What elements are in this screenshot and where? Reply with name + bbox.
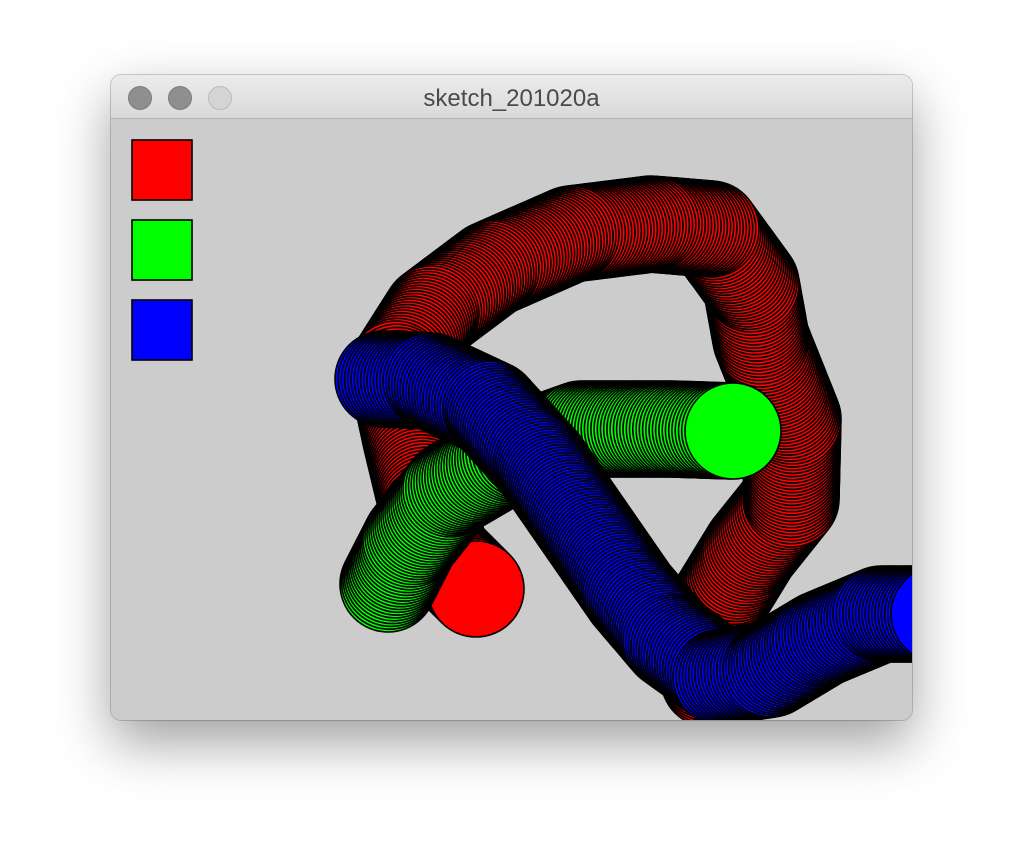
drawing-surface[interactable] [111, 119, 912, 720]
swatch-red[interactable] [131, 139, 193, 201]
sketch-window: sketch_201020a [111, 75, 912, 720]
title-bar[interactable]: sketch_201020a [111, 75, 912, 119]
color-palette[interactable] [131, 139, 193, 361]
sketch-canvas[interactable] [111, 119, 912, 720]
swatch-blue[interactable] [131, 299, 193, 361]
brush-dab [684, 382, 782, 480]
swatch-green[interactable] [131, 219, 193, 281]
window-title: sketch_201020a [423, 85, 600, 112]
